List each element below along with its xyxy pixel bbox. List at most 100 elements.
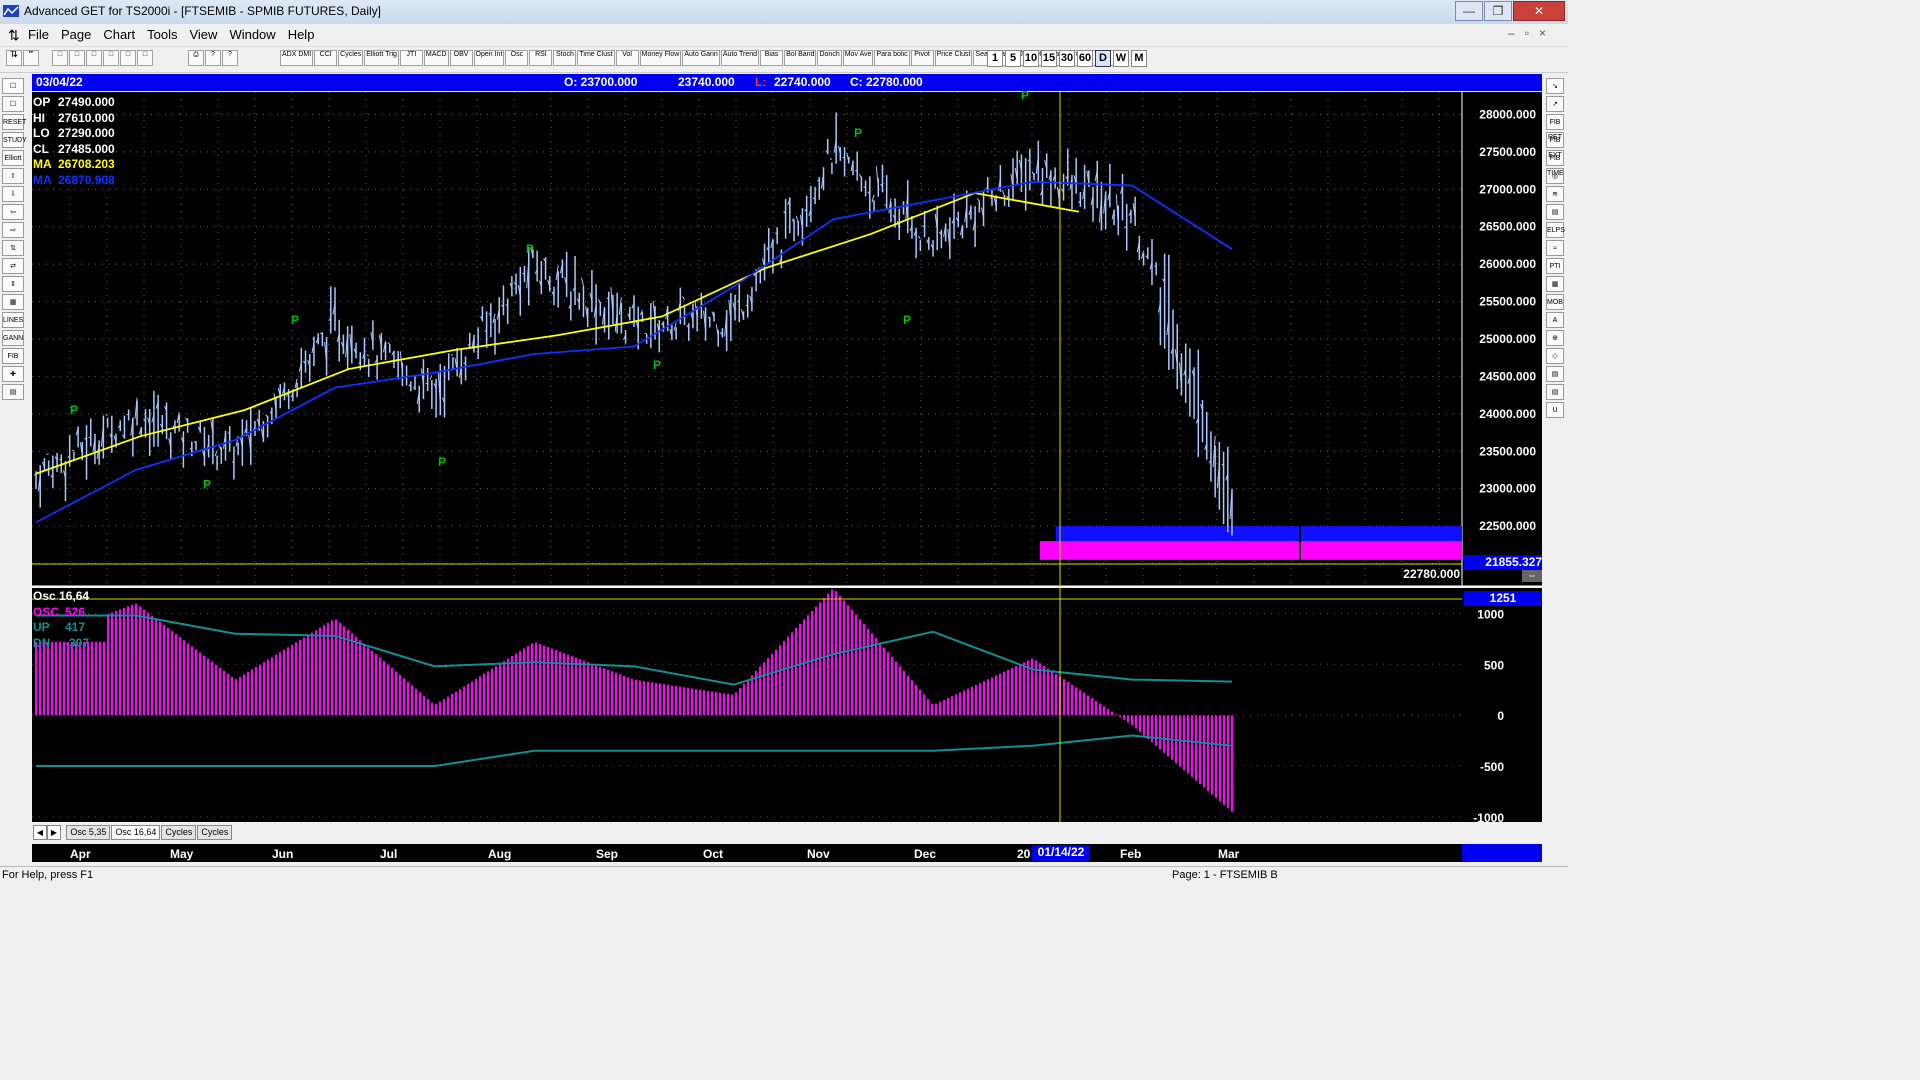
osc-legend-row-osc: OSC 526 xyxy=(33,605,89,621)
tab-scroll-right-button[interactable]: ▶ xyxy=(47,825,61,840)
legend-value: 27610.000 xyxy=(58,110,115,125)
time-axis-label: Jul xyxy=(380,847,397,861)
price-axis-label: 23500.000 xyxy=(1479,444,1536,458)
price-bar-open xyxy=(46,453,49,456)
tab-scroll-left-button[interactable]: ◀ xyxy=(33,825,47,840)
pivot-marker: P xyxy=(1021,88,1029,102)
time-axis-label: Apr xyxy=(70,847,91,861)
legend-label: OP xyxy=(33,95,51,109)
legend-value: 27490.000 xyxy=(58,95,115,109)
scroll-corner-icon[interactable]: ⇔ xyxy=(1522,570,1542,582)
cursor-date-badge: 01/14/22 xyxy=(1032,845,1090,861)
legend-label: CL xyxy=(33,141,49,156)
price-panel-background xyxy=(32,92,1542,586)
legend-row-cl: CL 27485.000 xyxy=(33,142,115,158)
legend-row-op: OP 27490.000 xyxy=(33,95,115,111)
osc-legend: Osc 16,64 OSC 526 UP 417 DN -307 xyxy=(33,589,89,651)
pivot-marker: P xyxy=(653,358,661,372)
price-axis-label: 25000.000 xyxy=(1479,332,1536,346)
legend-row-hi: HI 27610.000 xyxy=(33,111,115,127)
time-axis-label: Feb xyxy=(1120,847,1141,861)
price-bar-open xyxy=(985,187,988,190)
time-axis-end-block xyxy=(1462,844,1542,862)
osc-axis-label: -1000 xyxy=(1473,811,1504,825)
tab-cycles-3[interactable]: Cycles xyxy=(197,825,233,840)
status-help-text: For Help, press F1 xyxy=(2,869,94,881)
legend-label: LO xyxy=(33,126,50,140)
time-axis-label: Mar xyxy=(1218,847,1240,861)
pivot-marker: P xyxy=(526,242,534,256)
legend-row-lo: LO 27290.000 xyxy=(33,126,115,142)
osc-legend-label: DN xyxy=(33,635,51,650)
status-bar: For Help, press F1 Page: 1 - FTSEMIB B xyxy=(0,866,1568,885)
legend-value: 27485.000 xyxy=(58,141,115,156)
osc-legend-label: OSC xyxy=(33,604,60,619)
price-axis-label: 25500.000 xyxy=(1479,295,1536,309)
tab-cycles-2[interactable]: Cycles xyxy=(161,825,197,840)
tab-osc-16-64-1[interactable]: Osc 16,64 xyxy=(111,825,161,840)
price-bar-open xyxy=(505,304,508,306)
chart-area[interactable]: P P P P P P P P P 28000.000 27500.000 27000.000 265… xyxy=(0,0,1568,866)
time-axis-label: May xyxy=(170,847,194,861)
pivot-marker: P xyxy=(70,403,78,417)
price-axis-label: 27000.000 xyxy=(1479,182,1536,196)
legend-label: HI xyxy=(33,110,45,125)
price-axis-label: 24500.000 xyxy=(1479,369,1536,383)
time-axis-label: Oct xyxy=(703,847,723,861)
pivot-marker: P xyxy=(854,126,862,140)
osc-axis-label: 0 xyxy=(1497,709,1504,723)
osc-legend-row-dn: DN -307 xyxy=(33,636,89,652)
time-axis-label: Sep xyxy=(596,847,618,861)
osc-header: Osc 16,64 xyxy=(33,589,90,603)
price-axis-label: 27500.000 xyxy=(1479,145,1536,159)
price-axis-label: 28000.000 xyxy=(1479,107,1536,121)
osc-cursor-value: 1251 xyxy=(1489,591,1517,605)
legend-value: 26870.908 xyxy=(58,172,115,187)
projection-zones xyxy=(1040,526,1462,560)
indicator-tabs: ◀ ▶ Osc 5,35 Osc 16,64 Cycles Cycles xyxy=(33,824,233,840)
tab-strip-background xyxy=(32,822,1542,844)
legend-value: 26708.203 xyxy=(58,157,115,171)
osc-legend-label: UP xyxy=(33,620,50,634)
price-bar-open xyxy=(989,197,993,199)
price-bar-open xyxy=(126,413,129,416)
time-axis-label: Dec xyxy=(914,847,936,861)
osc-legend-row-up: UP 417 xyxy=(33,620,89,636)
osc-axis-label: 500 xyxy=(1484,658,1504,672)
osc-legend-value: 526 xyxy=(65,604,86,619)
pivot-marker: P xyxy=(203,478,211,492)
price-axis-label: 26500.000 xyxy=(1479,220,1536,234)
price-axis-label: 22500.000 xyxy=(1479,519,1536,533)
price-bar-open xyxy=(463,362,466,365)
price-bar-open xyxy=(644,332,647,335)
price-legend: OP 27490.000 HI 27610.000 LO 27290.000 CL 27485… xyxy=(33,95,115,188)
osc-axis-label: 1000 xyxy=(1477,607,1504,621)
price-axis-label: 26000.000 xyxy=(1479,257,1536,271)
time-axis-label: Nov xyxy=(807,847,830,861)
time-axis-label: 20 xyxy=(1017,847,1031,861)
legend-row-ma: MA 26870.908 xyxy=(33,173,115,189)
pivot-marker: P xyxy=(903,313,911,327)
osc-legend-value: -307 xyxy=(65,635,90,650)
status-page-text: Page: 1 - FTSEMIB B xyxy=(1172,869,1278,881)
legend-value: 27290.000 xyxy=(58,126,115,140)
price-axis-label: 23000.000 xyxy=(1479,482,1536,496)
legend-label: MA xyxy=(33,157,52,171)
time-axis-label: Aug xyxy=(488,847,511,861)
legend-row-ma: MA 26708.203 xyxy=(33,157,115,173)
tab-osc-5-35-0[interactable]: Osc 5,35 xyxy=(66,825,111,840)
price-axis-label: 24000.000 xyxy=(1479,407,1536,421)
legend-label: MA xyxy=(33,172,52,187)
osc-cursor-badge: 1251 xyxy=(1464,591,1542,606)
cursor-price: 21855.327 xyxy=(1485,555,1542,569)
last-price-label: 22780.000 xyxy=(1403,567,1460,581)
pivot-marker: P xyxy=(438,455,446,469)
osc-axis-label: -500 xyxy=(1480,760,1504,774)
cursor-price-badge: 21855.327 xyxy=(1464,555,1542,570)
pivot-marker: P xyxy=(291,313,299,327)
projection-zone xyxy=(1056,526,1462,542)
time-axis-label: Jun xyxy=(272,847,293,861)
time-axis-background xyxy=(32,844,1462,862)
projection-zone xyxy=(1040,541,1462,560)
osc-legend-value: 417 xyxy=(65,620,86,634)
